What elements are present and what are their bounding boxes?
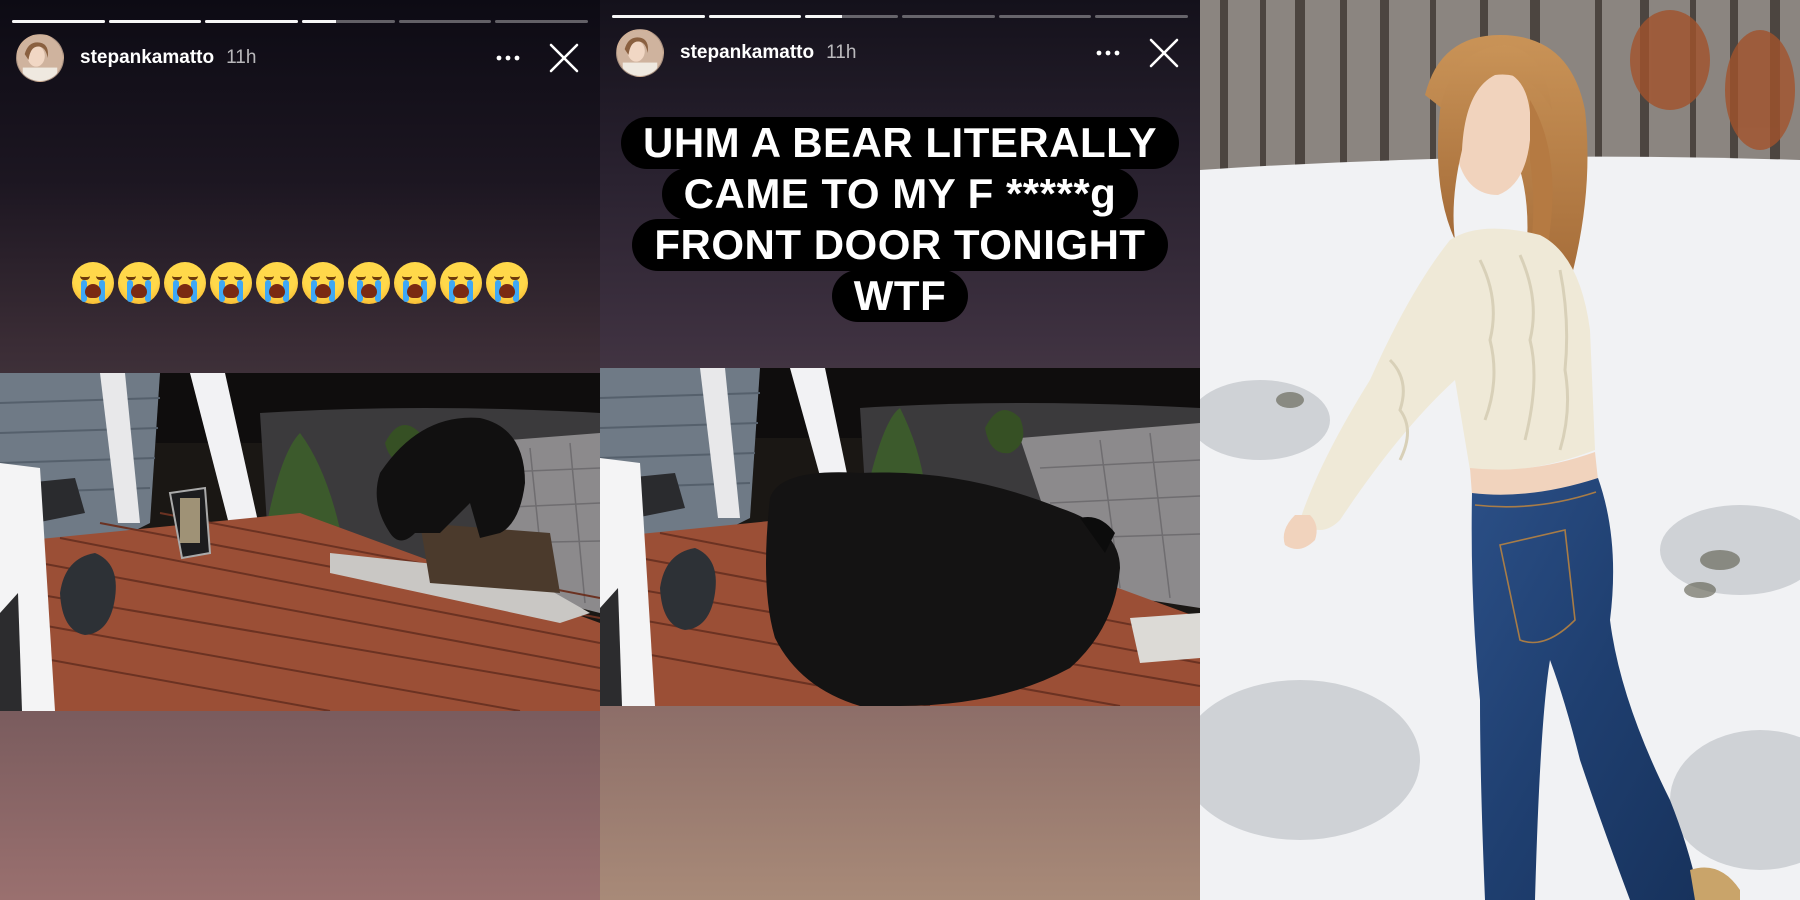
- progress-fill: [12, 20, 105, 23]
- progress-segment: [998, 15, 1092, 18]
- porch-camera-photo: [600, 368, 1200, 706]
- progress-segment: [708, 15, 802, 18]
- story-panel-2[interactable]: stepankamatto 11h UHM A BEAR LITERALLY C…: [600, 0, 1200, 900]
- close-icon: [549, 43, 579, 73]
- progress-segment: [902, 15, 995, 18]
- progress-fill: [612, 15, 705, 18]
- avatar[interactable]: [616, 29, 664, 77]
- caption-line-3: FRONT DOOR TONIGHT: [632, 219, 1168, 271]
- porch-camera-photo: [0, 373, 600, 711]
- progress-segment: [805, 15, 899, 18]
- progress-fill: [708, 15, 802, 18]
- crying-face-emoji: [72, 262, 114, 304]
- story-progress-bar: [12, 20, 589, 23]
- progress-fill: [302, 20, 337, 23]
- caption-line-1: UHM A BEAR LITERALLY: [621, 117, 1179, 169]
- more-horizontal-icon: [496, 55, 520, 61]
- caption-line-4: WTF: [831, 270, 969, 322]
- progress-segment: [205, 20, 299, 23]
- progress-fill: [108, 20, 202, 23]
- caption-line-2: CAME TO MY F *****g: [661, 168, 1139, 220]
- story-header: stepankamatto 11h: [616, 29, 1184, 77]
- more-options-button[interactable]: [488, 38, 528, 78]
- progress-fill: [205, 20, 299, 23]
- progress-fill: [805, 15, 843, 18]
- crying-face-emoji: [302, 262, 344, 304]
- snow-portrait-photo: [1200, 0, 1800, 900]
- timestamp: 11h: [226, 47, 257, 68]
- close-button[interactable]: [544, 38, 584, 78]
- story-panel-1[interactable]: stepankamatto 11h: [0, 0, 600, 900]
- timestamp: 11h: [826, 42, 857, 63]
- progress-segment: [398, 20, 492, 23]
- close-icon: [1149, 38, 1179, 68]
- progress-segment: [302, 20, 395, 23]
- username[interactable]: stepankamatto: [680, 42, 814, 64]
- username[interactable]: stepankamatto: [80, 47, 214, 69]
- crying-face-emoji: [348, 262, 390, 304]
- progress-segment: [1095, 15, 1189, 18]
- more-options-button[interactable]: [1088, 33, 1128, 73]
- progress-segment: [12, 20, 105, 23]
- story-caption: UHM A BEAR LITERALLY CAME TO MY F *****g…: [600, 117, 1200, 322]
- close-button[interactable]: [1144, 33, 1184, 73]
- more-horizontal-icon: [1096, 50, 1120, 56]
- story-header: stepankamatto 11h: [16, 34, 584, 82]
- crying-face-emoji: [394, 262, 436, 304]
- avatar[interactable]: [16, 34, 64, 82]
- progress-segment: [108, 20, 202, 23]
- progress-segment: [495, 20, 589, 23]
- crying-face-emoji: [440, 262, 482, 304]
- emoji-sticker-row: [0, 262, 600, 304]
- crying-face-emoji: [256, 262, 298, 304]
- crying-face-emoji: [164, 262, 206, 304]
- crying-face-emoji: [210, 262, 252, 304]
- story-progress-bar: [612, 15, 1189, 18]
- crying-face-emoji: [118, 262, 160, 304]
- crying-face-emoji: [486, 262, 528, 304]
- progress-segment: [612, 15, 705, 18]
